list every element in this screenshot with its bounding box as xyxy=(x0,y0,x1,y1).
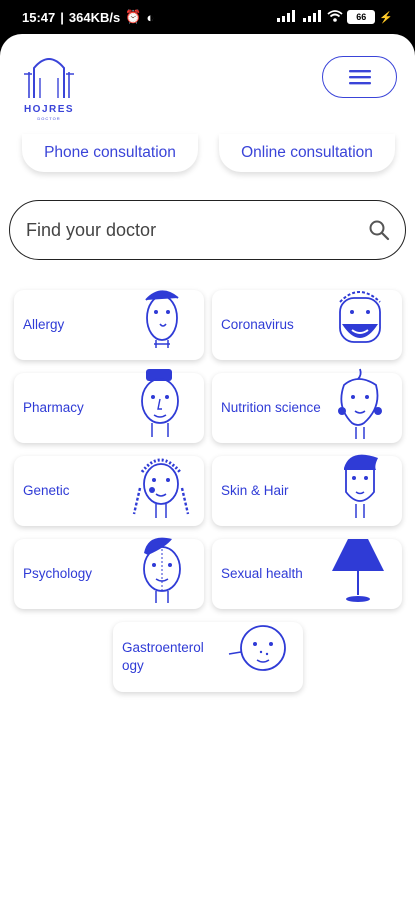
menu-button[interactable] xyxy=(322,56,397,98)
category-label: Coronavirus xyxy=(221,317,294,332)
wifi-icon xyxy=(327,9,343,25)
category-label: Sexual health xyxy=(221,566,303,581)
category-label: Skin & Hair xyxy=(221,483,289,498)
status-network-speed: 364KB/s xyxy=(68,9,121,25)
nutrition-face-icon xyxy=(338,368,382,439)
category-card-sexual-health[interactable]: Sexual health xyxy=(212,539,402,609)
charging-icon: ⚡ xyxy=(379,11,393,24)
logo-arch-icon xyxy=(24,58,74,98)
doctor-search-input[interactable] xyxy=(24,218,367,242)
status-bar: 15:47 | 364KB/s ⏰ ◐ 66 ⚡ xyxy=(22,9,393,25)
status-time: 15:47 xyxy=(22,9,56,25)
category-label: Allergy xyxy=(23,317,65,332)
category-card-gastroenterology[interactable]: Gastroenterology xyxy=(113,622,303,692)
category-card-nutrition-science[interactable]: Nutrition science xyxy=(212,368,402,443)
category-label: Psychology xyxy=(23,566,93,581)
gastro-face-icon xyxy=(228,625,286,671)
alarm-icon: ⏰ xyxy=(125,9,142,24)
hamburger-icon xyxy=(348,70,371,85)
brand-tagline: DOCTOR xyxy=(37,116,61,121)
skin-hair-face-icon xyxy=(344,454,378,518)
search-icon[interactable] xyxy=(367,218,391,242)
category-card-coronavirus[interactable]: Coronavirus xyxy=(212,290,402,360)
main-sheet: HOJRES DOCTOR Phone consultation Online … xyxy=(0,34,415,900)
psychology-face-icon xyxy=(143,537,181,603)
battery-icon: 66 xyxy=(347,10,376,24)
phone-consultation-button[interactable]: Phone consultation xyxy=(22,134,198,172)
pharmacy-face-icon xyxy=(141,369,179,437)
category-card-allergy[interactable]: Allergy xyxy=(14,290,204,360)
lamp-icon xyxy=(332,539,384,602)
signal-icon xyxy=(277,9,299,25)
app-notification-icon: ◐ xyxy=(146,9,155,25)
allergy-face-icon xyxy=(145,290,179,348)
coronavirus-face-icon xyxy=(339,291,381,343)
category-card-psychology[interactable]: Psychology xyxy=(14,537,204,609)
category-label: Gastroenterology xyxy=(122,640,204,673)
signal-2-icon xyxy=(303,9,323,25)
category-label: Genetic xyxy=(23,483,70,498)
online-consultation-button[interactable]: Online consultation xyxy=(219,134,395,172)
category-label: Nutrition science xyxy=(221,400,321,415)
category-card-genetic[interactable]: Genetic xyxy=(14,456,204,526)
genetic-face-icon xyxy=(132,458,190,518)
doctor-search-bar[interactable] xyxy=(9,200,406,260)
brand-name: HOJRES xyxy=(23,104,75,115)
category-card-skin-hair[interactable]: Skin & Hair xyxy=(212,454,402,526)
brand-logo[interactable]: HOJRES DOCTOR xyxy=(20,48,78,122)
category-card-pharmacy[interactable]: Pharmacy xyxy=(14,369,204,443)
category-label: Pharmacy xyxy=(23,400,84,415)
